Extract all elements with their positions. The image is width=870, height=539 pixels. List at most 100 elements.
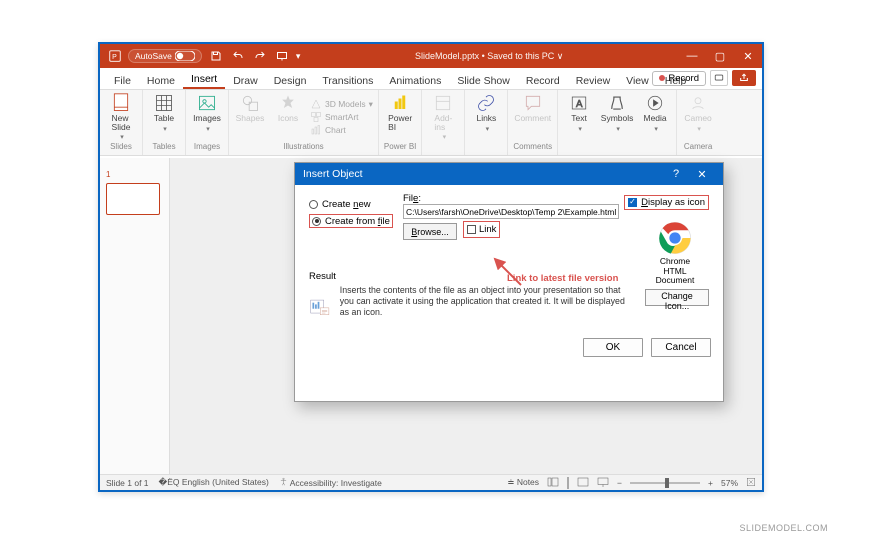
symbols-button[interactable]: Symbols — [601, 93, 633, 133]
minimize-button[interactable]: — — [678, 50, 706, 62]
view-reading-icon[interactable] — [577, 477, 589, 489]
fit-to-window-icon[interactable] — [746, 477, 756, 489]
link-checkbox[interactable]: Link — [463, 221, 500, 238]
svg-text:P: P — [112, 54, 117, 61]
redo-icon[interactable] — [252, 50, 268, 62]
tab-view[interactable]: View — [618, 72, 657, 89]
tab-design[interactable]: Design — [266, 72, 315, 89]
illustrations-more[interactable]: 3D Models ▾ SmartArt Chart — [310, 93, 373, 141]
thumb-number: 1 — [106, 170, 110, 179]
file-path-input[interactable] — [403, 204, 619, 219]
tab-file[interactable]: File — [106, 72, 139, 89]
tab-slideshow[interactable]: Slide Show — [449, 72, 518, 89]
watermark: SLIDEMODEL.COM — [739, 523, 828, 533]
text-button[interactable]: A Text — [563, 93, 595, 133]
tab-review[interactable]: Review — [568, 72, 618, 89]
dialog-close-button[interactable]: ✕ — [689, 168, 715, 181]
radio-create-new[interactable]: Create new — [309, 197, 393, 211]
radio-icon — [309, 200, 318, 209]
slide-thumbnail-1[interactable] — [106, 183, 160, 215]
group-text — [616, 142, 618, 154]
powerbi-button[interactable]: Power BI — [384, 93, 416, 131]
file-label: File: — [403, 193, 621, 204]
icons-button[interactable]: Icons — [272, 93, 304, 123]
result-body: Inserts the contents of the file as an o… — [309, 285, 629, 325]
zoom-out-button[interactable]: − — [617, 478, 622, 488]
annotation-text: Link to latest file version — [507, 273, 618, 284]
table-button[interactable]: Table — [148, 93, 180, 133]
radio-icon — [312, 217, 321, 226]
result-icon — [309, 289, 330, 325]
insert-object-dialog: Insert Object ? ✕ Create new Create from… — [294, 162, 724, 402]
cancel-button[interactable]: Cancel — [651, 338, 711, 357]
comments-pane-button[interactable] — [710, 70, 728, 86]
tab-draw[interactable]: Draw — [225, 72, 266, 89]
cameo-button[interactable]: Cameo — [682, 93, 714, 133]
slide-thumbnails: 1 — [100, 158, 170, 474]
dialog-titlebar: Insert Object ? ✕ — [295, 163, 723, 185]
group-comments: Comments — [513, 142, 552, 154]
media-button[interactable]: Media — [639, 93, 671, 133]
maximize-button[interactable]: ▢ — [706, 50, 734, 63]
group-camera: Camera — [684, 142, 712, 154]
tab-record[interactable]: Record — [518, 72, 568, 89]
autosave-toggle[interactable]: AutoSave — [128, 49, 202, 63]
close-button[interactable]: ✕ — [734, 50, 762, 63]
save-icon[interactable] — [208, 50, 224, 62]
result-text: Inserts the contents of the file as an o… — [340, 285, 629, 325]
new-slide-button[interactable]: New Slide — [105, 93, 137, 141]
icon-caption: Chrome HTML Document — [645, 257, 705, 285]
tab-transitions[interactable]: Transitions — [314, 72, 381, 89]
ok-button[interactable]: OK — [583, 338, 643, 357]
autosave-label: AutoSave — [135, 51, 172, 61]
group-links — [485, 142, 487, 154]
group-slides: Slides — [110, 142, 132, 154]
svg-text:A: A — [576, 99, 583, 110]
editor-area: 1 Insert Object ? ✕ Create new — [100, 158, 762, 474]
title-bar: P AutoSave ▾ SlideModel.pptx • Saved to … — [100, 44, 762, 68]
view-sorter-icon[interactable] — [567, 477, 569, 489]
browse-button[interactable]: Browse... — [403, 223, 457, 240]
group-images: Images — [194, 142, 220, 154]
zoom-in-button[interactable]: + — [708, 478, 713, 488]
result-label: Result — [309, 271, 336, 282]
slide-canvas[interactable]: Insert Object ? ✕ Create new Create from… — [170, 158, 762, 474]
comment-button[interactable]: Comment — [517, 93, 549, 123]
language-indicator[interactable]: �ËQ English (United States) — [159, 477, 269, 488]
icon-preview: Chrome HTML Document Change Icon... — [645, 221, 705, 312]
record-button[interactable]: Record — [652, 71, 706, 86]
group-illustrations: Illustrations — [283, 142, 323, 154]
change-icon-button[interactable]: Change Icon... — [645, 289, 709, 306]
group-addins — [442, 142, 444, 154]
images-button[interactable]: Images — [191, 93, 223, 133]
tab-animations[interactable]: Animations — [381, 72, 449, 89]
dialog-title: Insert Object — [303, 168, 363, 180]
links-button[interactable]: Links — [470, 93, 502, 133]
window-title: SlideModel.pptx • Saved to this PC ∨ — [300, 51, 678, 62]
dialog-help-button[interactable]: ? — [663, 168, 689, 180]
view-slideshow-icon[interactable] — [597, 477, 609, 489]
notes-button[interactable]: ≐ Notes — [507, 477, 539, 488]
view-normal-icon[interactable] — [547, 477, 559, 489]
accessibility-status[interactable]: Accessibility: Investigate — [279, 477, 382, 488]
zoom-slider[interactable] — [630, 482, 700, 484]
tab-home[interactable]: Home — [139, 72, 183, 89]
app-icon: P — [108, 49, 122, 63]
display-as-icon-checkbox[interactable]: Display as icon — [624, 195, 709, 210]
checkbox-icon — [467, 225, 476, 234]
checkbox-icon — [628, 198, 637, 207]
ribbon: New Slide Slides Table Tables Images Ima — [100, 90, 762, 156]
radio-create-from-file[interactable]: Create from file — [309, 214, 393, 228]
addins-button[interactable]: Add- ins — [427, 93, 459, 141]
shapes-button[interactable]: Shapes — [234, 93, 266, 123]
status-bar: Slide 1 of 1 �ËQ English (United States)… — [100, 474, 762, 490]
group-tables: Tables — [152, 142, 175, 154]
start-slideshow-icon[interactable] — [274, 50, 290, 62]
slide-counter[interactable]: Slide 1 of 1 — [106, 478, 149, 488]
tab-insert[interactable]: Insert — [183, 70, 225, 89]
chrome-icon — [658, 221, 692, 255]
undo-icon[interactable] — [230, 50, 246, 62]
share-button[interactable] — [732, 70, 756, 86]
group-powerbi: Power BI — [384, 142, 416, 154]
zoom-level[interactable]: 57% — [721, 478, 738, 488]
